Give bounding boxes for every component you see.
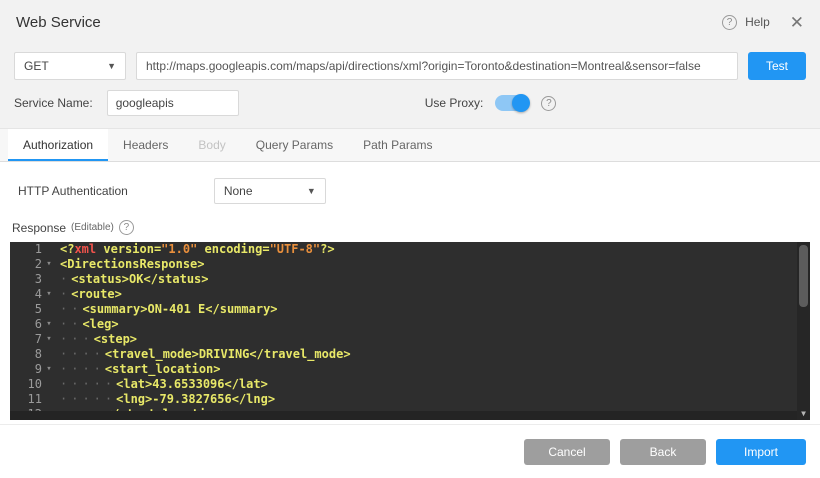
tab-body[interactable]: Body xyxy=(183,129,240,161)
code-line: 6▾··<leg> xyxy=(10,317,810,332)
fold-spacer xyxy=(42,272,56,287)
response-header: Response (Editable) ? xyxy=(0,212,820,235)
fold-arrow-icon[interactable]: ▾ xyxy=(42,317,56,332)
tab-bar: Authorization Headers Body Query Params … xyxy=(0,128,820,162)
line-number: 6 xyxy=(10,317,42,332)
toggle-knob xyxy=(512,94,530,112)
fold-spacer xyxy=(42,392,56,407)
code-line: 8····<travel_mode>DRIVING</travel_mode> xyxy=(10,347,810,362)
tab-authorization[interactable]: Authorization xyxy=(8,129,108,161)
code-lines: 1<?xml version="1.0" encoding="UTF-8"?>2… xyxy=(10,242,810,420)
url-input[interactable] xyxy=(136,52,738,80)
chevron-down-icon: ▼ xyxy=(107,61,116,71)
line-number: 8 xyxy=(10,347,42,362)
page-title: Web Service xyxy=(16,14,101,31)
service-name-label: Service Name: xyxy=(14,96,93,110)
http-auth-label: HTTP Authentication xyxy=(18,184,128,198)
fold-spacer xyxy=(42,302,56,317)
code-line: 5··<summary>ON-401 E</summary> xyxy=(10,302,810,317)
line-number: 3 xyxy=(10,272,42,287)
scrollbar-thumb[interactable] xyxy=(799,245,808,307)
horizontal-scrollbar[interactable] xyxy=(10,411,797,420)
service-name-input[interactable] xyxy=(107,90,239,116)
line-number: 11 xyxy=(10,392,42,407)
response-help-icon[interactable]: ? xyxy=(119,220,134,235)
chevron-down-icon: ▼ xyxy=(307,186,316,196)
use-proxy-label: Use Proxy: xyxy=(425,96,484,110)
help-link[interactable]: Help xyxy=(745,15,770,29)
fold-spacer xyxy=(42,347,56,362)
code-line: 10·····<lat>43.6533096</lat> xyxy=(10,377,810,392)
line-number: 9 xyxy=(10,362,42,377)
line-number: 2 xyxy=(10,257,42,272)
code-line: 9▾····<start_location> xyxy=(10,362,810,377)
response-editable-note: (Editable) xyxy=(71,222,114,233)
http-auth-select[interactable]: None ▼ xyxy=(214,178,326,204)
close-icon[interactable]: ✕ xyxy=(790,14,804,31)
import-button[interactable]: Import xyxy=(716,439,806,465)
http-method-select[interactable]: GET ▼ xyxy=(14,52,126,80)
response-code-editor[interactable]: 1<?xml version="1.0" encoding="UTF-8"?>2… xyxy=(10,242,810,420)
tab-path-params[interactable]: Path Params xyxy=(348,129,447,161)
use-proxy-toggle[interactable] xyxy=(495,95,529,111)
footer-bar: Cancel Back Import xyxy=(0,424,820,478)
back-button[interactable]: Back xyxy=(620,439,706,465)
line-number: 5 xyxy=(10,302,42,317)
line-number: 7 xyxy=(10,332,42,347)
test-button[interactable]: Test xyxy=(748,52,806,80)
line-number: 10 xyxy=(10,377,42,392)
scroll-down-arrow-icon[interactable]: ▼ xyxy=(797,407,810,420)
code-line: 1<?xml version="1.0" encoding="UTF-8"?> xyxy=(10,242,810,257)
fold-arrow-icon[interactable]: ▾ xyxy=(42,287,56,302)
vertical-scrollbar[interactable]: ▼ xyxy=(797,242,810,420)
fold-arrow-icon[interactable]: ▾ xyxy=(42,257,56,272)
code-line: 3·<status>OK</status> xyxy=(10,272,810,287)
response-label: Response xyxy=(12,221,66,235)
dialog-header: Web Service ? Help ✕ xyxy=(0,0,820,44)
tab-headers[interactable]: Headers xyxy=(108,129,183,161)
http-auth-value: None xyxy=(224,184,253,198)
http-auth-row: HTTP Authentication None ▼ xyxy=(0,162,820,212)
fold-spacer xyxy=(42,377,56,392)
code-line: 7▾···<step> xyxy=(10,332,810,347)
code-line: 4▾·<route> xyxy=(10,287,810,302)
line-number: 4 xyxy=(10,287,42,302)
tab-query-params[interactable]: Query Params xyxy=(241,129,348,161)
fold-arrow-icon[interactable]: ▾ xyxy=(42,332,56,347)
fold-spacer xyxy=(42,242,56,257)
fold-arrow-icon[interactable]: ▾ xyxy=(42,362,56,377)
cancel-button[interactable]: Cancel xyxy=(524,439,610,465)
code-line: 2▾<DirectionsResponse> xyxy=(10,257,810,272)
service-row: Service Name: Use Proxy: ? xyxy=(0,90,820,116)
line-number: 1 xyxy=(10,242,42,257)
proxy-help-icon[interactable]: ? xyxy=(541,96,556,111)
code-line: 11·····<lng>-79.3827656</lng> xyxy=(10,392,810,407)
request-row: GET ▼ Test xyxy=(0,52,820,80)
help-icon[interactable]: ? xyxy=(722,15,737,30)
http-method-value: GET xyxy=(24,59,49,73)
top-section: Web Service ? Help ✕ GET ▼ Test Service … xyxy=(0,0,820,128)
